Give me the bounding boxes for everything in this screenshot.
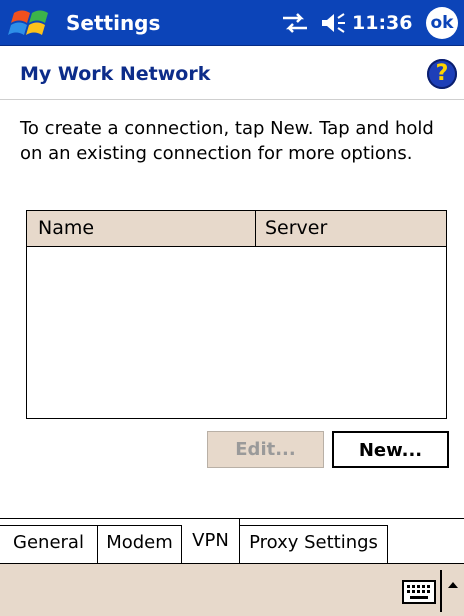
instructions-text: To create a connection, tap New. Tap and… (20, 118, 434, 164)
windows-flag-icon (8, 10, 48, 35)
page-header: My Work Network ? (0, 46, 464, 100)
column-header-name[interactable]: Name (27, 211, 256, 246)
ok-button[interactable]: ok (426, 7, 458, 39)
title-bar: Settings 11:36 ok (0, 0, 464, 46)
edit-button[interactable]: Edit... (207, 431, 324, 468)
keyboard-icon[interactable] (402, 580, 436, 604)
clock[interactable]: 11:36 (352, 10, 412, 36)
menu-bar (0, 563, 464, 616)
help-button[interactable]: ? (427, 59, 457, 89)
tab-general[interactable]: General (0, 525, 98, 563)
up-arrow-icon[interactable] (446, 577, 460, 591)
speaker-volume-icon[interactable] (320, 12, 348, 34)
connections-list[interactable]: Name Server (26, 210, 447, 419)
list-header: Name Server (27, 211, 446, 247)
tab-proxy-settings[interactable]: Proxy Settings (240, 525, 388, 563)
tab-vpn[interactable]: VPN (182, 519, 240, 563)
new-button[interactable]: New... (332, 431, 449, 468)
sip-divider (440, 570, 442, 612)
help-icon: ? (435, 61, 449, 86)
page-title: My Work Network (20, 63, 211, 85)
connectivity-arrows-icon[interactable] (280, 12, 310, 34)
column-header-server[interactable]: Server (256, 211, 446, 246)
tab-bar: General Modem VPN Proxy Settings (0, 518, 464, 563)
tab-modem[interactable]: Modem (98, 525, 182, 563)
start-menu-button[interactable] (8, 5, 58, 41)
app-title: Settings (66, 11, 161, 35)
